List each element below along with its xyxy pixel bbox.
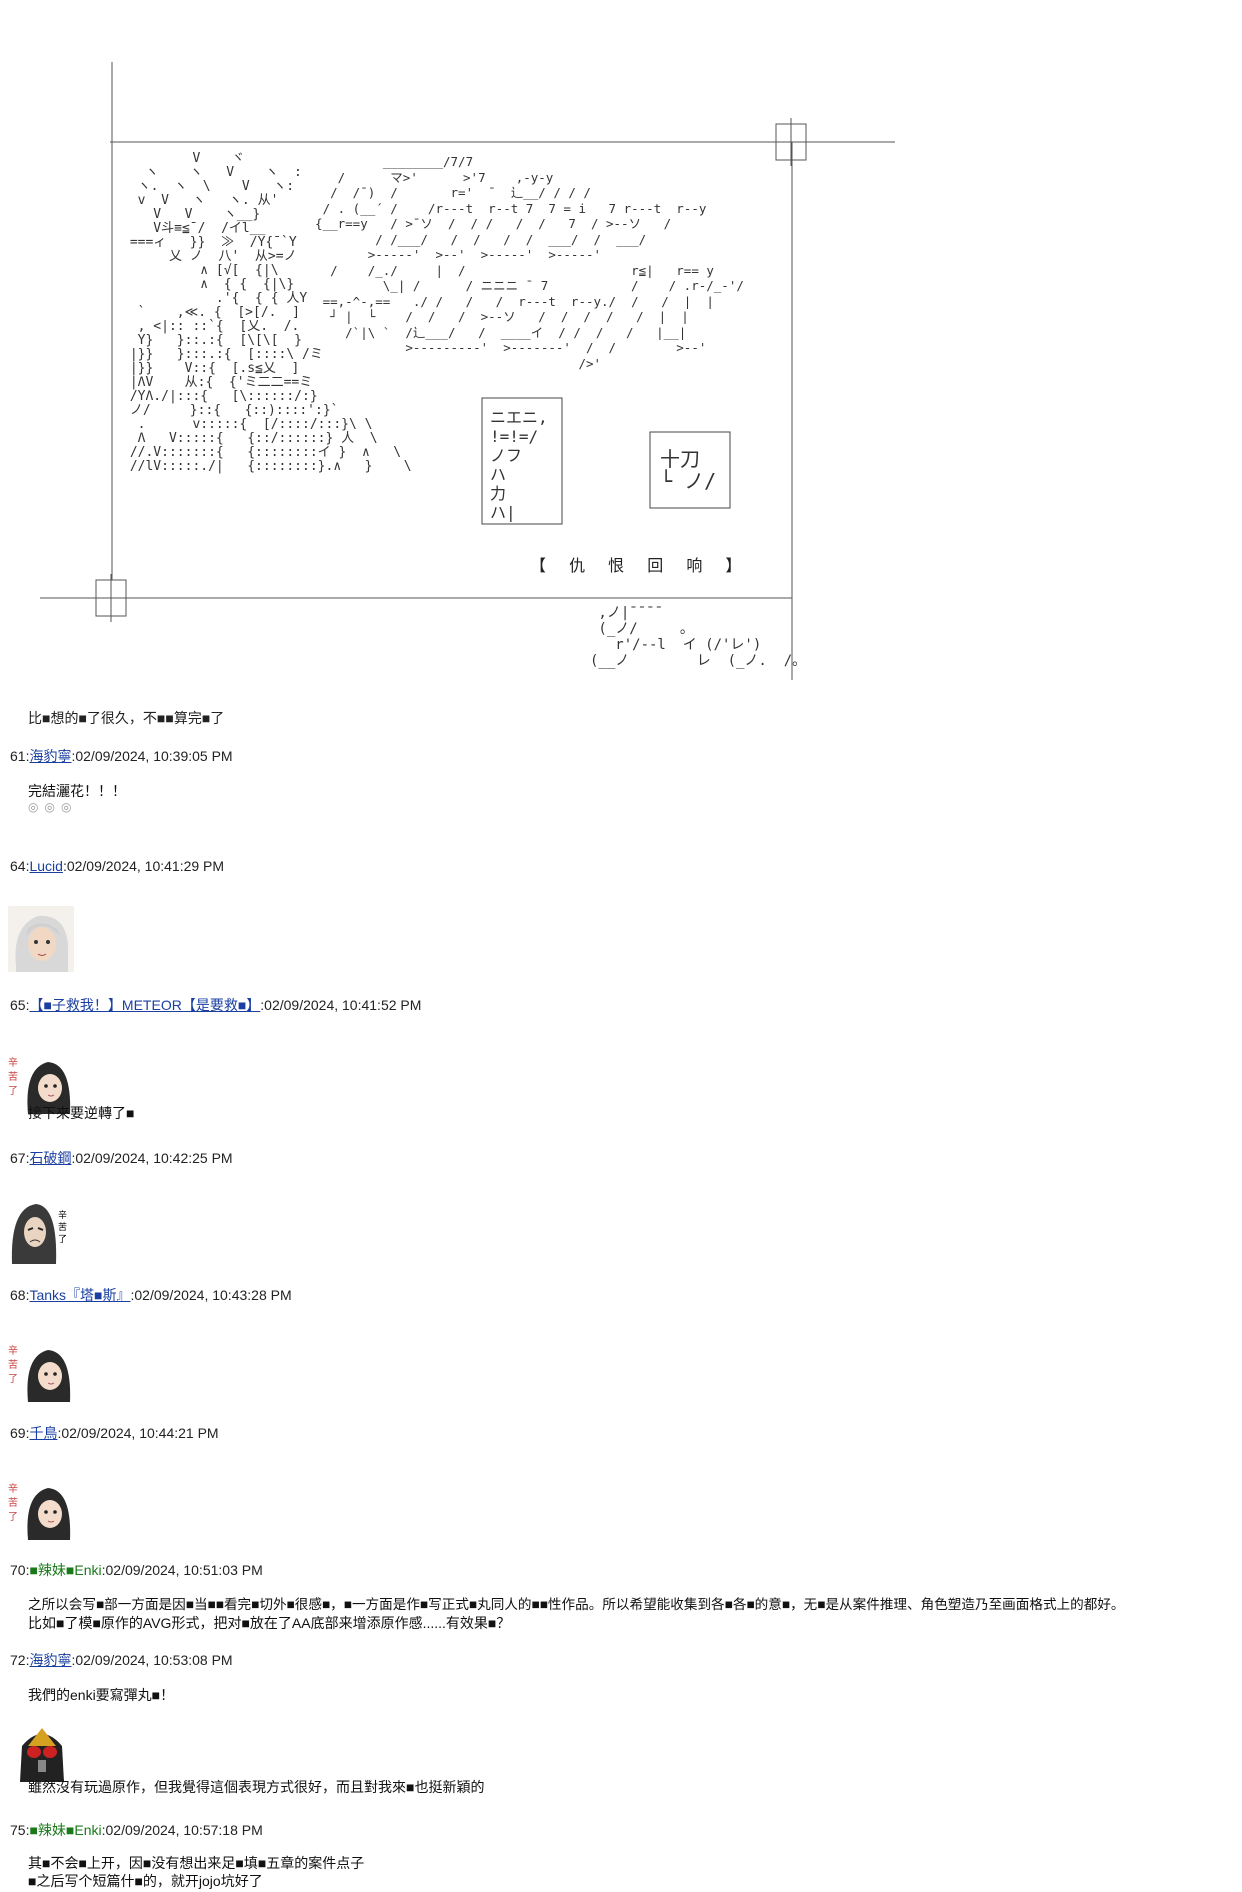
author-link[interactable]: 石破鋼 bbox=[29, 1150, 71, 1166]
vertical-text-box: ニエニ, !=!=/ ノフ ハ 力 ハ| bbox=[490, 408, 548, 522]
svg-text:了: 了 bbox=[8, 1085, 18, 1097]
long-haired-man-avatar: 辛 苦 了 bbox=[8, 1198, 74, 1264]
post-time: :02/09/2024, 10:42:25 PM bbox=[71, 1150, 233, 1166]
post-number: 68: bbox=[10, 1287, 30, 1303]
signature-ascii-art: ,ノ|¯¯¯¯ (_ノ/ 。 r'/--l イ (/'レ') (__ノ レ (_… bbox=[590, 605, 807, 669]
author-link[interactable]: 海豹寧 bbox=[29, 748, 71, 764]
post-number: 61: bbox=[10, 748, 30, 764]
emoticon-row: ◎◎◎ bbox=[28, 800, 78, 814]
svg-text:苦: 苦 bbox=[8, 1358, 18, 1371]
post-number: 64: bbox=[10, 858, 30, 874]
post-header: 68:Tanks『塔■斯』:02/09/2024, 10:43:28 PM bbox=[10, 1285, 292, 1305]
post-header: 70:■辣妹■Enki:02/09/2024, 10:51:03 PM bbox=[10, 1560, 263, 1580]
post-header: 67:石破鋼:02/09/2024, 10:42:25 PM bbox=[10, 1148, 233, 1168]
black-haired-girl-avatar: 辛 苦 了 bbox=[8, 1474, 74, 1540]
post-header: 72:海豹寧:02/09/2024, 10:53:08 PM bbox=[10, 1650, 233, 1670]
post-body-line2: 雖然沒有玩過原作，但我覺得這個表現方式很好，而且對我來■也挺新穎的 bbox=[28, 1779, 485, 1795]
black-haired-girl-avatar: 辛 苦 了 bbox=[8, 1336, 74, 1402]
post-body-line2: 比如■了模■原作的AVG形式，把对■放在了AA底部来增添原作感......有效果… bbox=[28, 1615, 511, 1631]
post-time: :02/09/2024, 10:51:03 PM bbox=[101, 1562, 263, 1578]
svg-text:辛: 辛 bbox=[8, 1056, 18, 1069]
post-time: :02/09/2024, 10:44:21 PM bbox=[57, 1425, 219, 1441]
svg-text:了: 了 bbox=[8, 1373, 18, 1385]
title-ascii-art: ________/7/7 / マ>' >'7 ,-y-y / /¯) / r='… bbox=[315, 154, 744, 371]
author-link[interactable]: ■辣妹■Enki bbox=[29, 1822, 101, 1838]
post-header: 69:千鳥:02/09/2024, 10:44:21 PM bbox=[10, 1423, 219, 1443]
post-body: 我們的enki要寫彈丸■！ bbox=[28, 1687, 175, 1703]
post-header: 65:【■子救我！】METEOR【是要救■】:02/09/2024, 10:41… bbox=[10, 995, 421, 1015]
author-link[interactable]: ■辣妹■Enki bbox=[29, 1562, 101, 1578]
post-body: 其■不会■上开，因■没有想出来足■填■五章的案件点子 bbox=[28, 1855, 365, 1871]
post-header: 61:海豹寧:02/09/2024, 10:39:05 PM bbox=[10, 746, 233, 766]
post-time: :02/09/2024, 10:39:05 PM bbox=[71, 748, 233, 764]
svg-text:苦: 苦 bbox=[8, 1496, 18, 1509]
post-number: 70: bbox=[10, 1562, 30, 1578]
post-number: 69: bbox=[10, 1425, 30, 1441]
svg-text:苦: 苦 bbox=[58, 1221, 67, 1233]
author-link[interactable]: 千鳥 bbox=[29, 1425, 57, 1441]
svg-text:苦: 苦 bbox=[8, 1070, 18, 1083]
post-time: :02/09/2024, 10:53:08 PM bbox=[71, 1652, 233, 1668]
svg-text:辛: 辛 bbox=[58, 1209, 67, 1221]
post-time: :02/09/2024, 10:41:29 PM bbox=[62, 858, 225, 874]
post-time: :02/09/2024, 10:41:52 PM bbox=[260, 997, 422, 1013]
author-link[interactable]: Tanks『塔■斯』 bbox=[29, 1287, 130, 1303]
post-time: :02/09/2024, 10:43:28 PM bbox=[130, 1287, 292, 1303]
art-subtitle: 【 仇 恨 回 响 】 bbox=[530, 556, 751, 575]
masked-rider-avatar bbox=[8, 1716, 74, 1782]
post-header: 64:Lucid:02/09/2024, 10:41:29 PM bbox=[10, 858, 224, 874]
intro-text: 比■想的■了很久，不■■算完■了 bbox=[28, 710, 225, 726]
author-link[interactable]: 海豹寧 bbox=[29, 1652, 71, 1668]
svg-text:了: 了 bbox=[8, 1511, 18, 1523]
post-number: 72: bbox=[10, 1652, 30, 1668]
svg-text:辛: 辛 bbox=[8, 1482, 18, 1495]
post-time: :02/09/2024, 10:57:18 PM bbox=[101, 1822, 263, 1838]
post-number: 65: bbox=[10, 997, 30, 1013]
svg-text:辛: 辛 bbox=[8, 1344, 18, 1357]
white-haired-girl-avatar bbox=[8, 906, 74, 972]
author-link[interactable]: 【■子救我！】METEOR【是要救■】 bbox=[29, 997, 260, 1013]
post-body: 完結灑花！！！ bbox=[28, 783, 126, 799]
post-body: 接下來要逆轉了■ bbox=[28, 1105, 135, 1121]
author-link[interactable]: Lucid bbox=[29, 858, 62, 874]
post-body-line2: ■之后写个短篇什■的，就开jojo坑好了 bbox=[28, 1873, 263, 1889]
post-number: 75: bbox=[10, 1822, 30, 1838]
post-header: 75:■辣妹■Enki:02/09/2024, 10:57:18 PM bbox=[10, 1820, 263, 1840]
post-number: 67: bbox=[10, 1150, 30, 1166]
post-body: 之所以会写■部一方面是因■当■■看完■切外■很感■，■一方面是作■写正式■丸同人… bbox=[28, 1597, 1125, 1612]
kanji-box: 十刀 └ ノ/ bbox=[660, 447, 717, 493]
ascii-art-panel: V ヾ ヽ ヽ V ヽ : ヽ. ヽ \ V ヽ: v V ヽ ヽ. 从' V … bbox=[0, 0, 1242, 690]
svg-text:了: 了 bbox=[58, 1234, 67, 1245]
